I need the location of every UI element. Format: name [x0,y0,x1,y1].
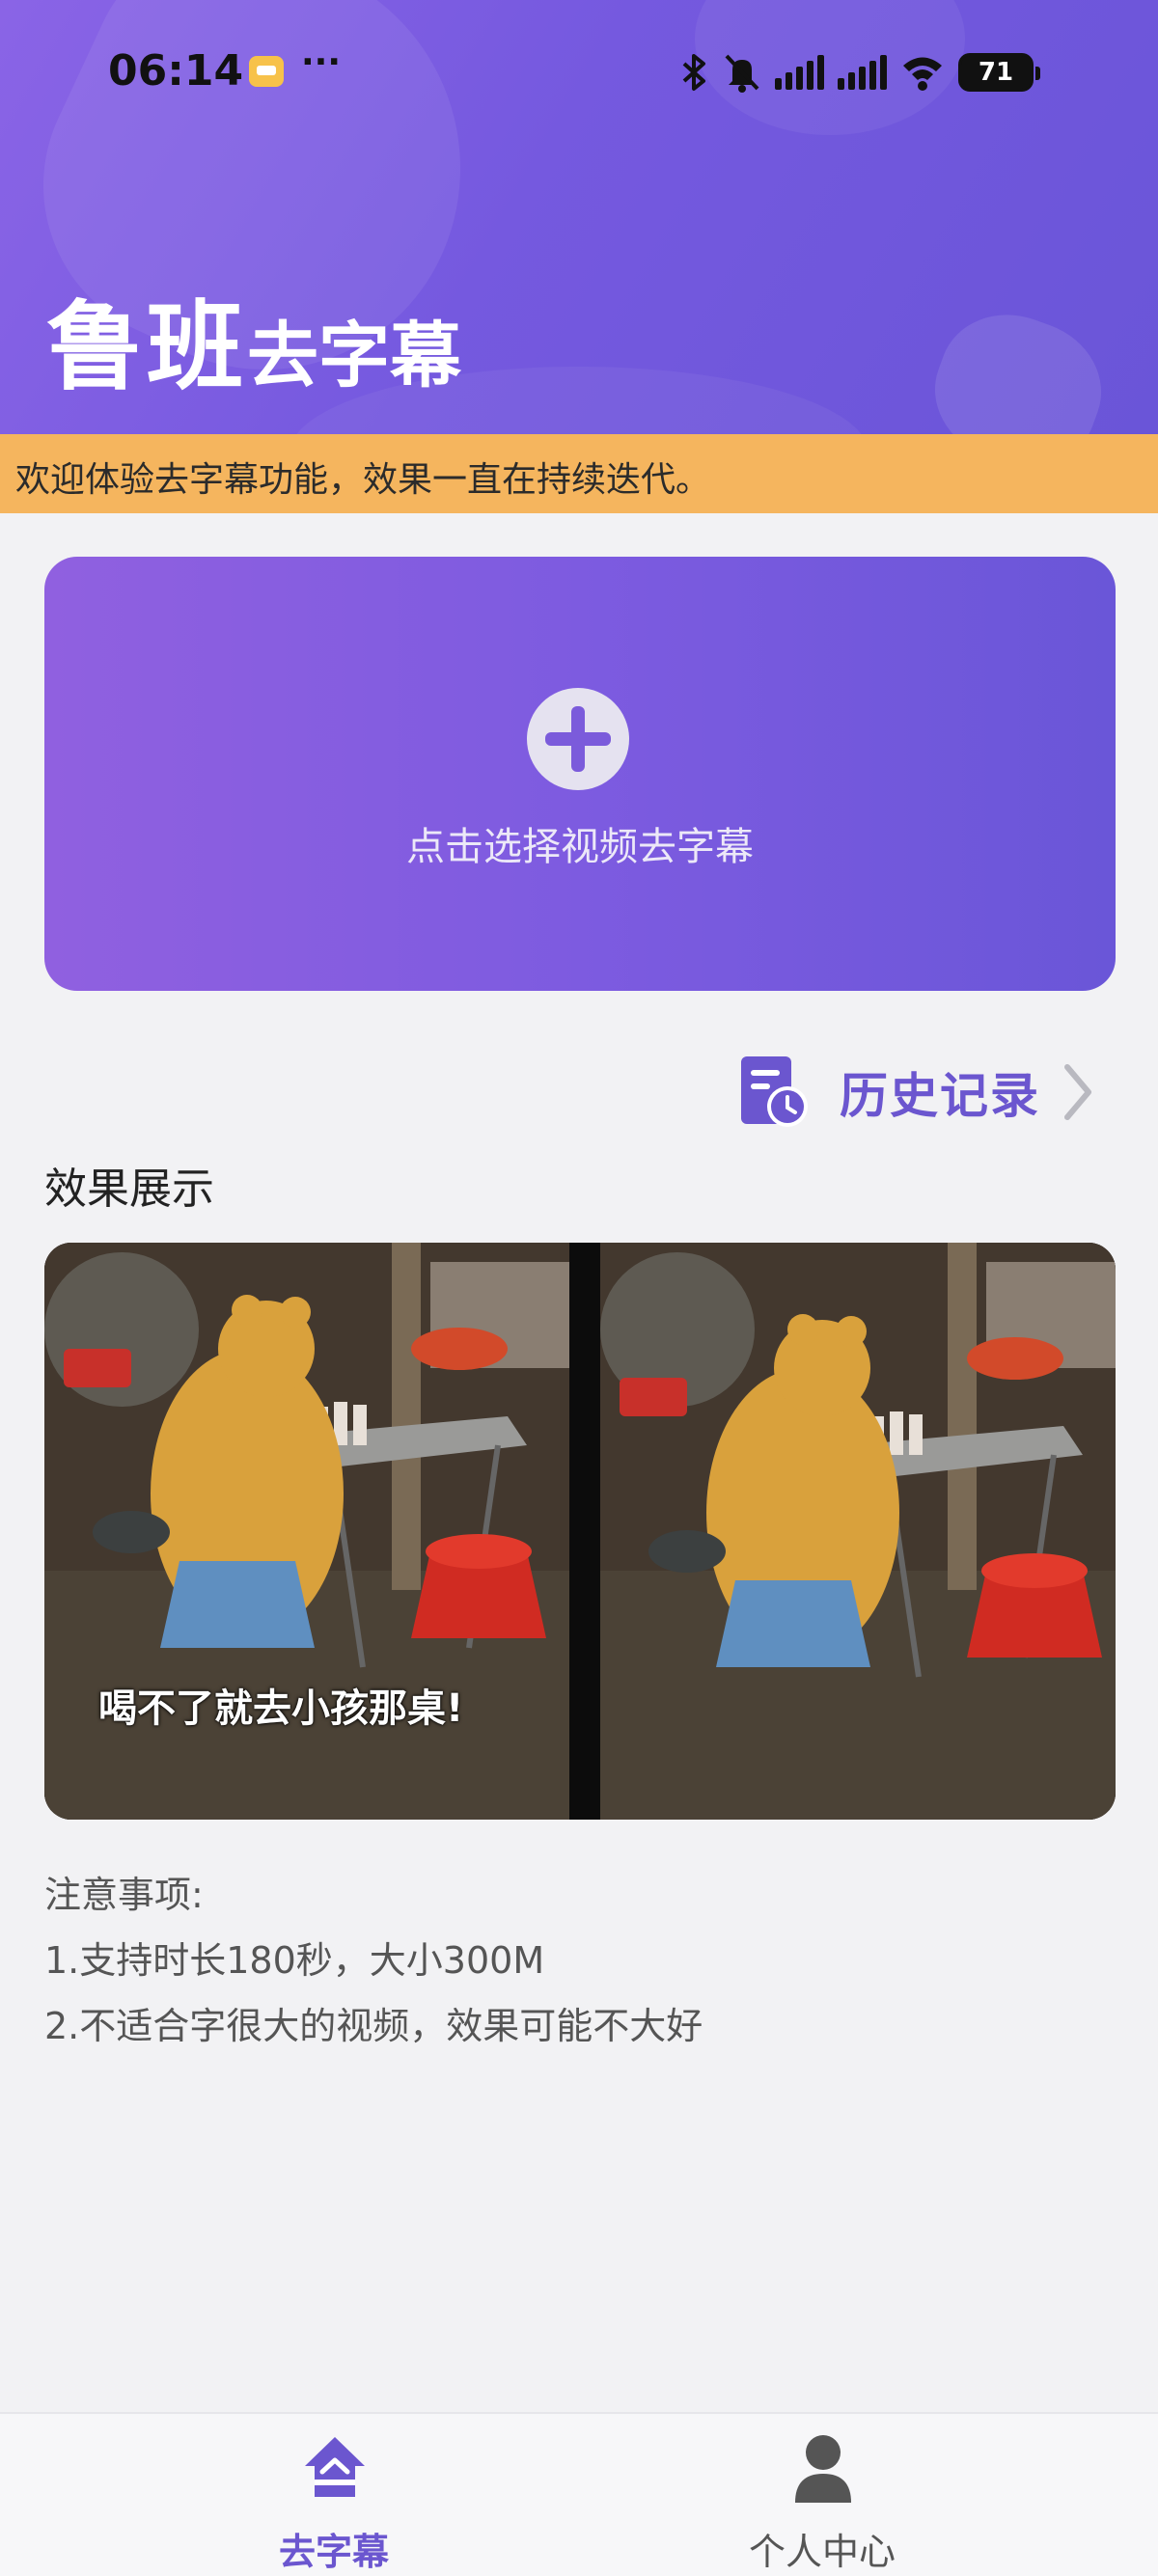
demo-after-image [600,1243,1116,1820]
select-video-button[interactable]: 点击选择视频去字幕 [44,557,1116,991]
history-label: 历史记录 [840,1068,1040,1124]
notes-title: 注意事项: [44,1874,204,1916]
notes-item: 1.支持时长180秒，大小300M [44,1939,545,1982]
signal-icon [775,55,824,90]
demo-divider [569,1243,600,1820]
demo-before-image: 喝不了就去小孩那桌! [44,1243,569,1820]
app-title-small: 去字幕 [247,315,461,397]
tab-remove-subtitles[interactable]: 去字幕 [218,2433,450,2573]
tab-remove-subtitles-label: 去字幕 [278,2531,389,2573]
mute-icon [725,54,759,93]
tab-profile-label: 个人中心 [748,2531,896,2573]
notice-bar: 欢迎体验去字幕功能，效果一直在持续迭代。 [0,434,1158,513]
plus-circle-icon [527,688,629,790]
home-icon [305,2437,365,2497]
status-more: ··· [301,42,342,82]
app-title-big: 鲁班 [46,290,247,403]
tab-profile[interactable]: 个人中心 [706,2433,938,2573]
status-bar: 06:14 ··· 71 [0,39,1158,106]
wifi-icon [903,57,942,91]
history-icon [741,1056,808,1127]
app-title: 鲁班去字幕 [46,268,461,408]
user-icon [795,2435,851,2503]
demo-section-title: 效果展示 [44,1165,214,1214]
history-link[interactable]: 历史记录 [739,1052,1094,1133]
demo-scene [600,1243,1116,1820]
signal-icon [838,55,887,90]
status-icons: 71 [680,48,1040,96]
bottom-nav: 去字幕 个人中心 [0,2412,1158,2576]
status-time: 06:14 [108,46,244,96]
demo-scene [44,1243,569,1820]
select-video-label: 点击选择视频去字幕 [406,825,754,869]
battery-level: 71 [978,58,1014,87]
demo-comparison-image: 喝不了就去小孩那桌! [44,1243,1116,1820]
notification-app-icon [249,56,284,87]
notes-item: 2.不适合字很大的视频，效果可能不大好 [44,2005,703,2047]
demo-subtitle-text: 喝不了就去小孩那桌! [98,1686,464,1731]
header-decoration [916,294,1120,434]
notes-section: 注意事项: 1.支持时长180秒，大小300M 2.不适合字很大的视频，效果可能… [44,1862,703,2059]
app-header: 06:14 ··· 71 鲁班去字幕 [0,0,1158,434]
battery-icon: 71 [958,53,1040,92]
notice-text: 欢迎体验去字幕功能，效果一直在持续迭代。 [15,460,711,500]
bluetooth-icon [682,54,705,91]
chevron-right-icon [1064,1064,1091,1120]
